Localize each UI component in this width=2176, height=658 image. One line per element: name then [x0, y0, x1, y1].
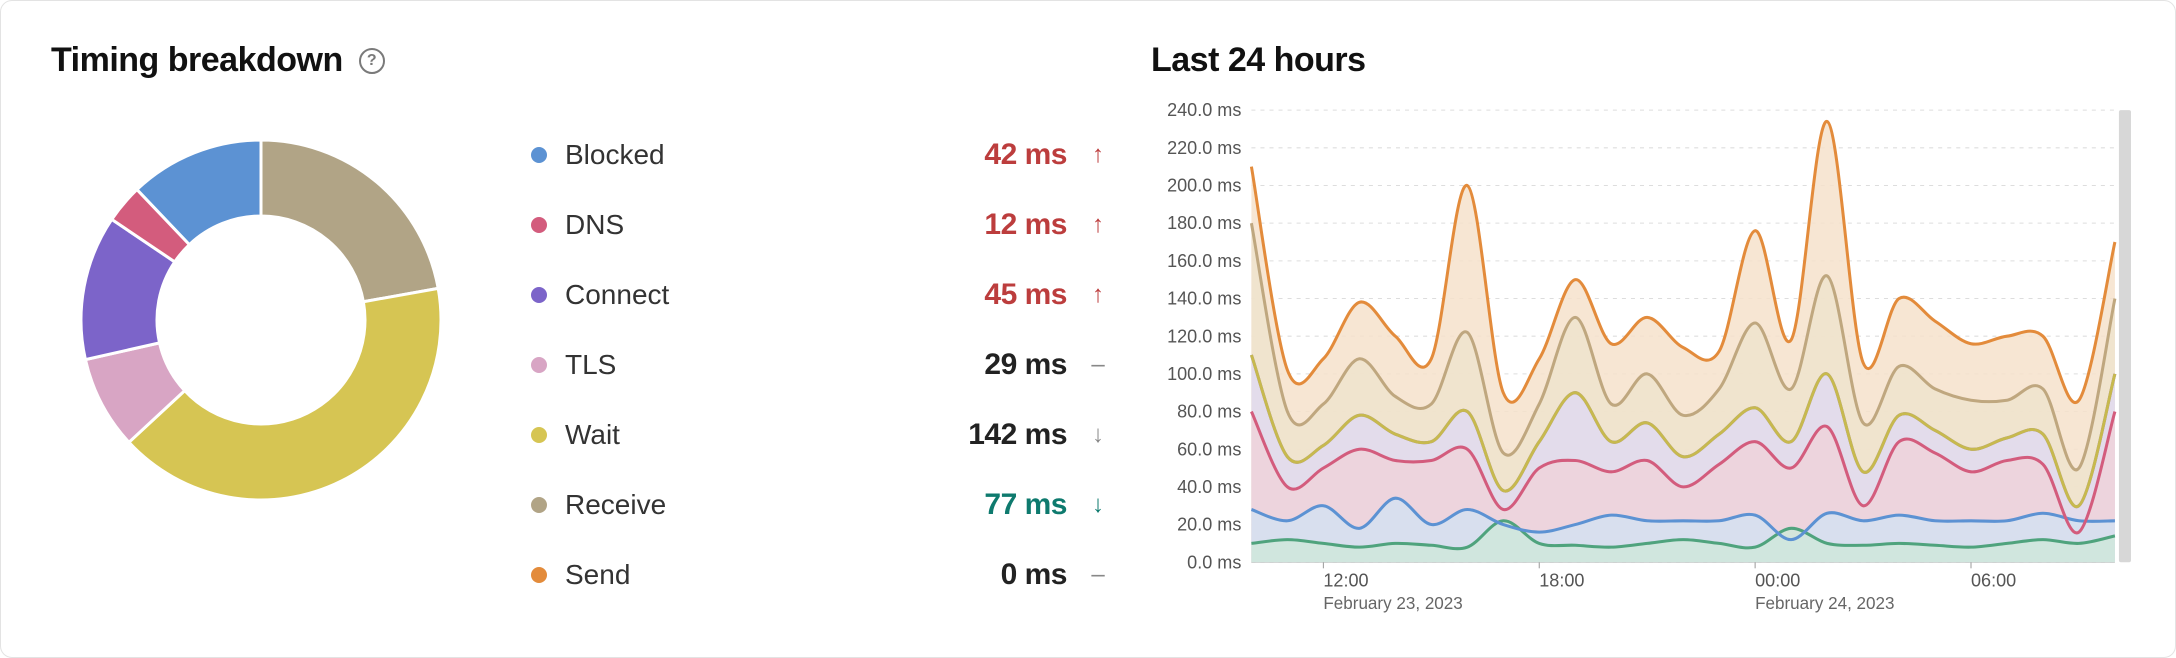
legend-value-blocked: 42 ms: [957, 138, 1067, 172]
legend-row-receive[interactable]: Receive 77 ms ↓: [531, 488, 1111, 522]
legend-row-tls[interactable]: TLS 29 ms–: [531, 348, 1111, 382]
trend-down-icon: ↓: [1085, 491, 1111, 519]
y-tick: 140.0 ms: [1167, 289, 1241, 309]
left-body: Blocked 42 ms ↑ DNS 12 ms ↑ Connect 45 ms ↑ TLS 29…: [51, 110, 1151, 592]
legend-value-tls: 29 ms: [957, 348, 1067, 382]
trend-flat-icon: –: [1085, 561, 1111, 589]
x-sub-label: February 23, 2023: [1323, 593, 1462, 613]
trend-down-icon: ↓: [1085, 421, 1111, 449]
x-tick: 00:00: [1755, 570, 1800, 590]
y-tick: 160.0 ms: [1167, 251, 1241, 271]
chart-scroll-handle[interactable]: [2119, 110, 2131, 562]
legend-row-wait[interactable]: Wait 142 ms ↓: [531, 418, 1111, 452]
y-tick: 60.0 ms: [1177, 439, 1241, 459]
y-tick: 20.0 ms: [1177, 515, 1241, 535]
legend-dot-connect: [531, 287, 547, 303]
legend-dot-wait: [531, 427, 547, 443]
legend-label-wait: Wait: [565, 419, 939, 451]
trend-up-icon: ↑: [1085, 211, 1111, 239]
y-tick: 240.0 ms: [1167, 100, 1241, 120]
left-title-row: Timing breakdown ?: [51, 41, 1151, 80]
legend-row-dns[interactable]: DNS 12 ms ↑: [531, 208, 1111, 242]
legend-value-receive: 77 ms: [957, 488, 1067, 522]
timing-area-chart[interactable]: 0.0 ms 20.0 ms 40.0 ms 60.0 ms 80.0 ms 100.0 …: [1151, 100, 2135, 627]
legend-dot-send: [531, 567, 547, 583]
y-tick: 180.0 ms: [1167, 213, 1241, 233]
y-tick: 120.0 ms: [1167, 326, 1241, 346]
right-title-row: Last 24 hours: [1151, 41, 2135, 80]
last-24-hours-title: Last 24 hours: [1151, 41, 1366, 80]
legend-value-dns: 12 ms: [957, 208, 1067, 242]
timing-legend: Blocked 42 ms ↑ DNS 12 ms ↑ Connect 45 ms ↑ TLS 29…: [531, 110, 1151, 592]
donut-slice-receive[interactable]: [261, 140, 438, 302]
timing-donut-chart: [51, 110, 471, 530]
legend-label-send: Send: [565, 559, 939, 591]
right-column: Last 24 hours 0.0 ms 20.0 ms 40.0 ms 60.0 m…: [1151, 41, 2135, 627]
x-tick: 18:00: [1539, 570, 1584, 590]
legend-row-connect[interactable]: Connect 45 ms ↑: [531, 278, 1111, 312]
legend-dot-tls: [531, 357, 547, 373]
legend-label-dns: DNS: [565, 209, 939, 241]
left-column: Timing breakdown ? Blocked 42 ms ↑ DNS 12 ms…: [51, 41, 1151, 627]
area-chart-container: 0.0 ms 20.0 ms 40.0 ms 60.0 ms 80.0 ms 100.0 …: [1151, 100, 2135, 627]
legend-row-blocked[interactable]: Blocked 42 ms ↑: [531, 138, 1111, 172]
x-tick: 06:00: [1971, 570, 2016, 590]
legend-value-connect: 45 ms: [957, 278, 1067, 312]
y-tick: 100.0 ms: [1167, 364, 1241, 384]
x-sub-label: February 24, 2023: [1755, 593, 1894, 613]
legend-dot-dns: [531, 217, 547, 233]
legend-dot-blocked: [531, 147, 547, 163]
y-tick: 0.0 ms: [1187, 552, 1241, 572]
legend-label-blocked: Blocked: [565, 139, 939, 171]
y-tick: 220.0 ms: [1167, 138, 1241, 158]
y-tick: 200.0 ms: [1167, 175, 1241, 195]
legend-value-wait: 142 ms: [957, 418, 1067, 452]
legend-dot-receive: [531, 497, 547, 513]
trend-flat-icon: –: [1085, 351, 1111, 379]
legend-label-receive: Receive: [565, 489, 939, 521]
timing-breakdown-title: Timing breakdown: [51, 41, 343, 80]
legend-value-send: 0 ms: [957, 558, 1067, 592]
legend-label-connect: Connect: [565, 279, 939, 311]
trend-up-icon: ↑: [1085, 141, 1111, 169]
y-tick: 40.0 ms: [1177, 477, 1241, 497]
help-icon[interactable]: ?: [359, 48, 385, 74]
y-tick: 80.0 ms: [1177, 402, 1241, 422]
legend-label-tls: TLS: [565, 349, 939, 381]
legend-row-send[interactable]: Send 0 ms–: [531, 558, 1111, 592]
timing-panel: Timing breakdown ? Blocked 42 ms ↑ DNS 12 ms…: [0, 0, 2176, 658]
x-tick: 12:00: [1323, 570, 1368, 590]
trend-up-icon: ↑: [1085, 281, 1111, 309]
